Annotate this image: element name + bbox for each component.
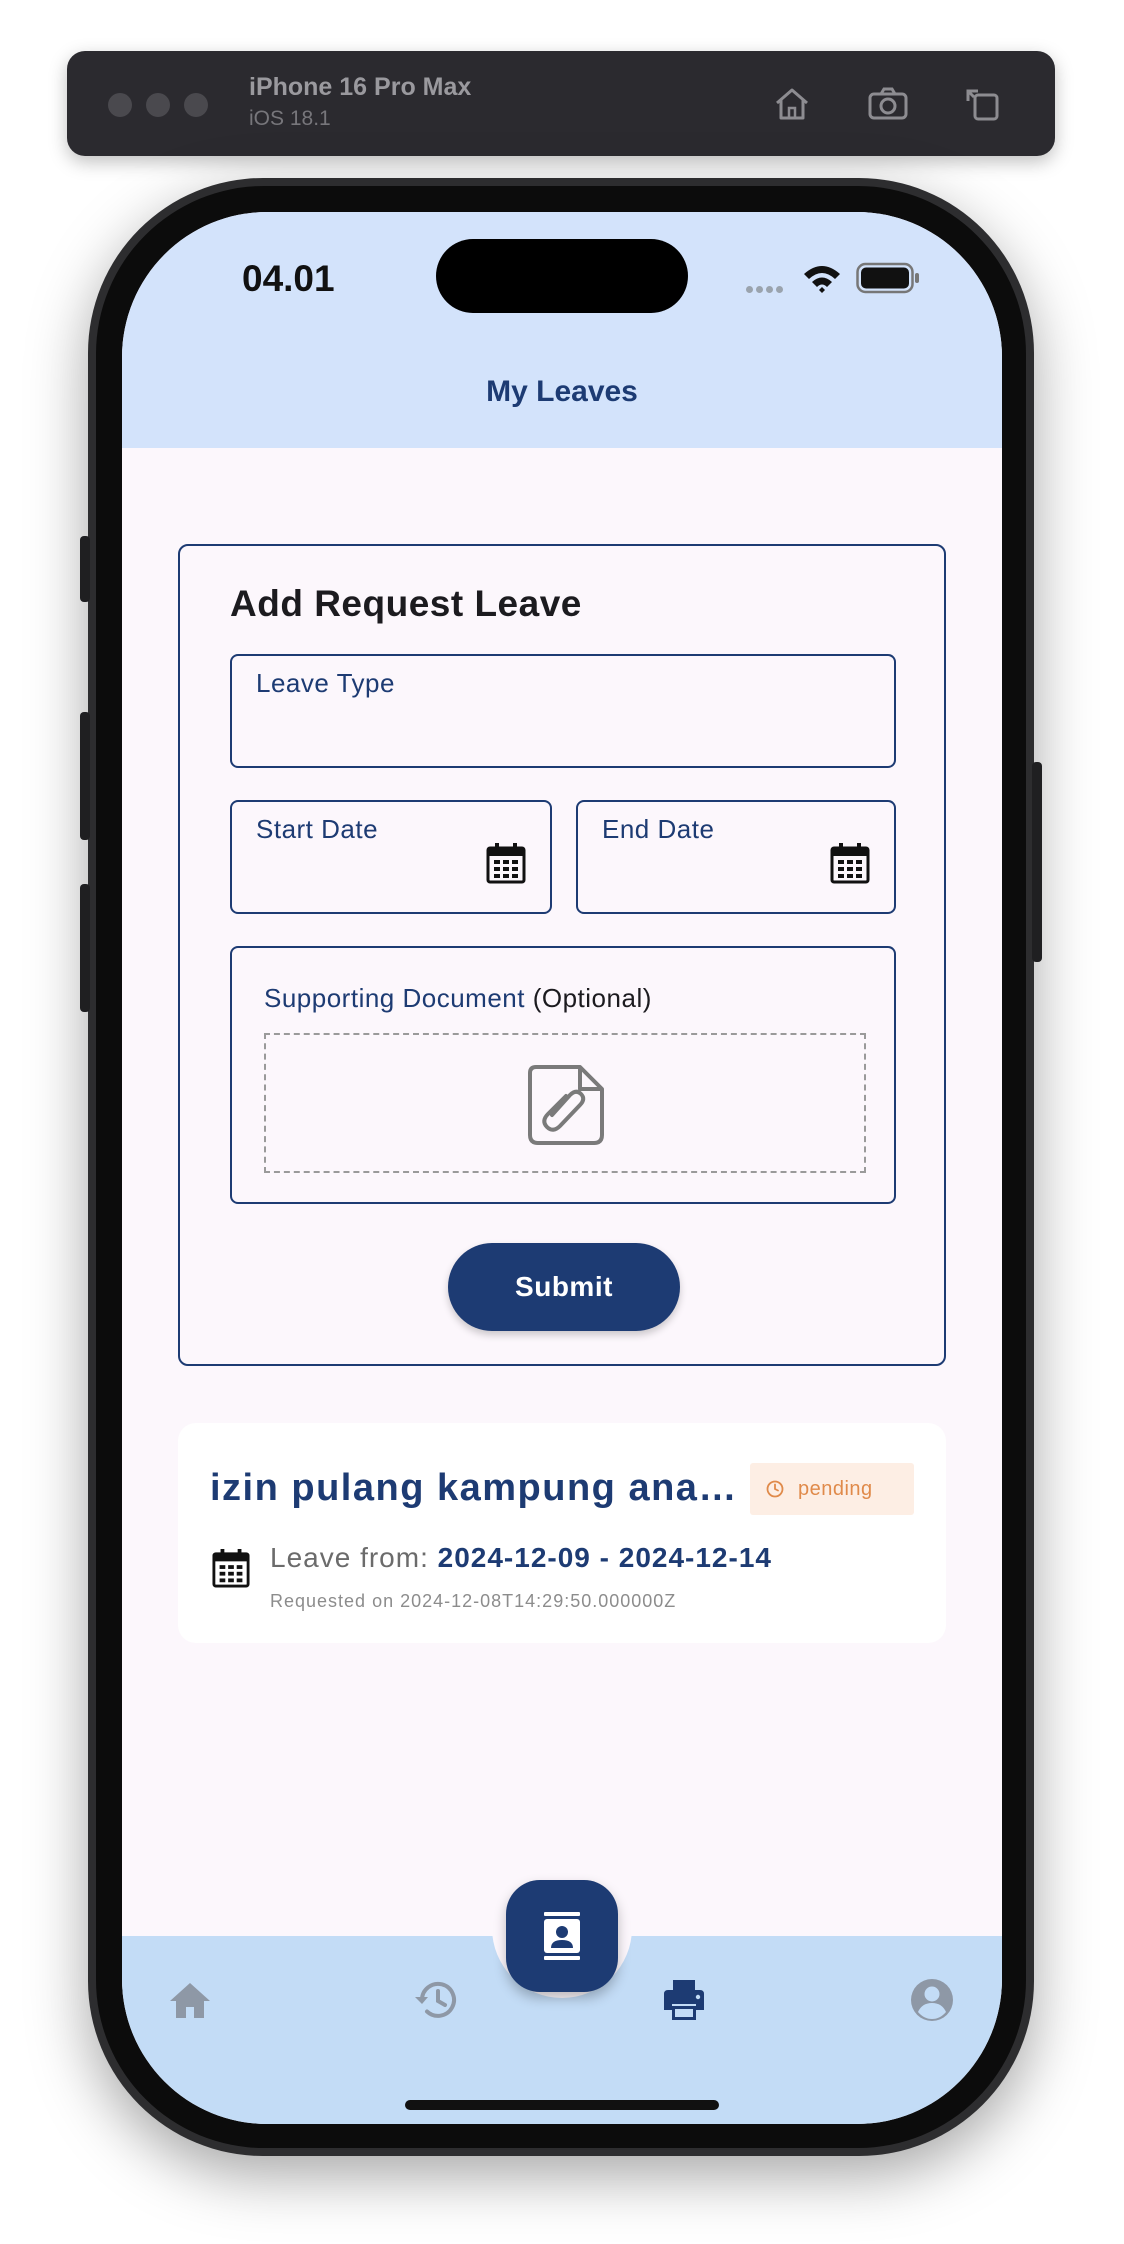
app-header: 04.01 My Leaves <box>122 212 1002 448</box>
leave-from-label: Leave from: <box>270 1542 429 1573</box>
start-date-label: Start Date <box>256 814 379 844</box>
start-date-field[interactable]: Start Date <box>230 800 552 914</box>
supporting-document-label: Supporting Document (Optional) <box>264 983 652 1014</box>
calendar-icon[interactable] <box>486 842 526 884</box>
history-icon[interactable] <box>410 1974 462 2026</box>
app-screen: 04.01 My Leaves Add Request Leave Leave … <box>122 212 1002 2124</box>
dynamic-island <box>436 239 688 313</box>
battery-icon <box>856 262 919 294</box>
minimize-window-button[interactable] <box>146 93 170 117</box>
leave-request-fab[interactable] <box>506 1880 618 1992</box>
clock-icon <box>766 1480 784 1498</box>
simulator-os-version: iOS 18.1 <box>249 107 331 130</box>
leave-date-range: Leave from: 2024-12-09 - 2024-12-14 <box>270 1542 772 1574</box>
home-icon[interactable] <box>164 1974 216 2026</box>
home-indicator <box>405 2100 719 2110</box>
leave-type-label: Leave Type <box>256 668 395 698</box>
status-badge: pending <box>750 1463 914 1515</box>
status-time: 04.01 <box>242 258 335 299</box>
supporting-document-title: Supporting Document <box>264 983 525 1013</box>
optional-label: (Optional) <box>532 983 652 1013</box>
wifi-icon <box>804 266 840 293</box>
volume-up-button <box>80 712 90 840</box>
simulator-toolbar: iPhone 16 Pro Max iOS 18.1 <box>67 51 1055 156</box>
page-title: My Leaves <box>486 375 638 408</box>
screenshot-icon[interactable] <box>865 81 911 127</box>
close-window-button[interactable] <box>108 93 132 117</box>
leave-type-field[interactable]: Leave Type <box>230 654 896 768</box>
attach-file-icon <box>528 1065 604 1145</box>
zoom-window-button[interactable] <box>184 93 208 117</box>
document-dropzone[interactable] <box>264 1033 866 1173</box>
cellular-signal-icon <box>746 280 786 298</box>
account-icon[interactable] <box>906 1974 958 2026</box>
simulator-device-name: iPhone 16 Pro Max <box>249 73 472 101</box>
home-icon[interactable] <box>769 81 815 127</box>
requested-timestamp: Requested on 2024-12-08T14:29:50.000000Z <box>270 1591 677 1611</box>
rotate-icon[interactable] <box>960 81 1006 127</box>
leave-dates: 2024-12-09 - 2024-12-14 <box>437 1542 772 1573</box>
supporting-document-field: Supporting Document (Optional) <box>230 946 896 1204</box>
contact-badge-icon <box>544 1912 580 1960</box>
submit-button[interactable]: Submit <box>448 1243 680 1331</box>
side-button <box>1032 762 1042 962</box>
calendar-icon[interactable] <box>830 842 870 884</box>
end-date-field[interactable]: End Date <box>576 800 896 914</box>
calendar-icon <box>212 1549 250 1588</box>
action-button <box>80 536 90 602</box>
print-icon[interactable] <box>658 1974 710 2026</box>
form-title: Add Request Leave <box>230 583 582 624</box>
leave-request-card[interactable]: izin pulang kampung ana… pending Leave f… <box>178 1423 946 1643</box>
add-request-form: Add Request Leave Leave Type Start Date … <box>178 544 946 1366</box>
leave-request-title: izin pulang kampung ana… <box>210 1467 738 1509</box>
end-date-label: End Date <box>602 814 715 844</box>
volume-down-button <box>80 884 90 1012</box>
status-text: pending <box>798 1477 873 1500</box>
